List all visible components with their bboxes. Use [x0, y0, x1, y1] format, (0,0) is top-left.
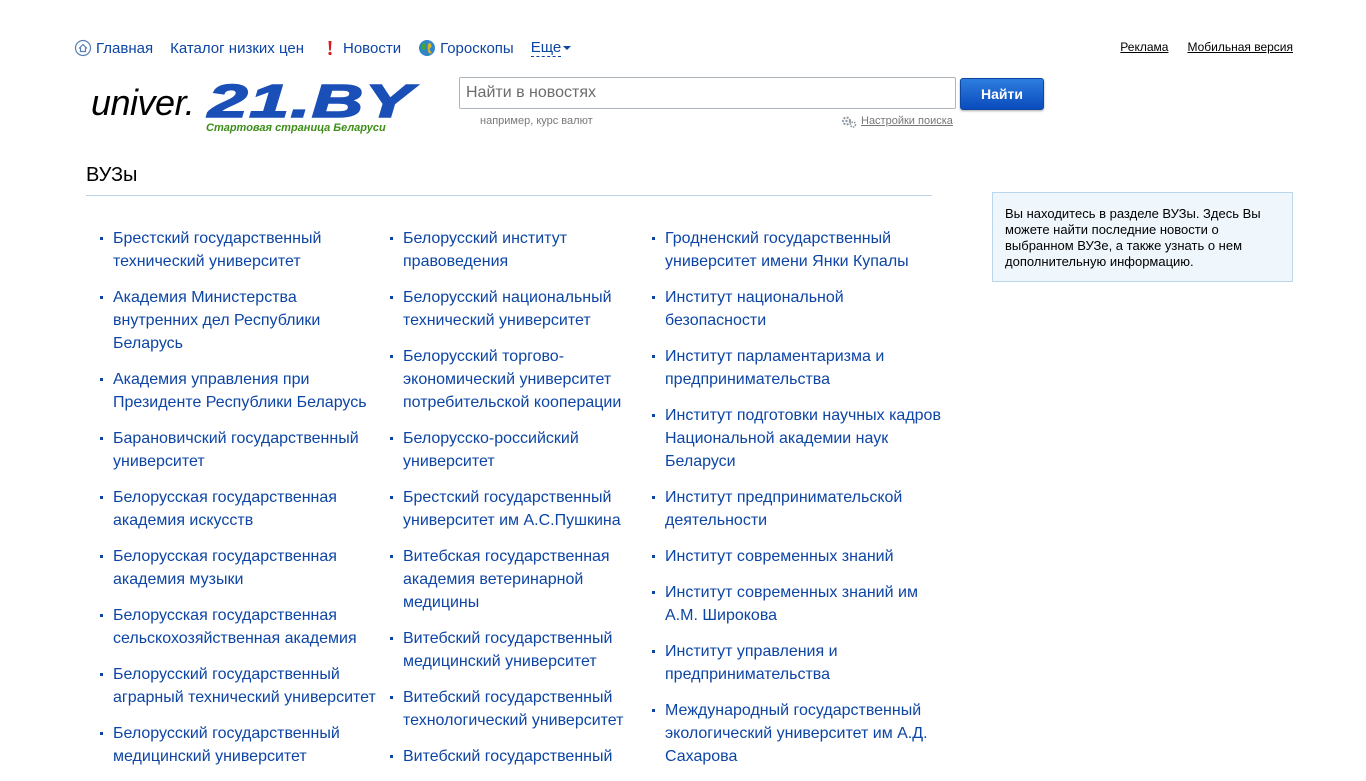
chevron-down-icon — [563, 46, 572, 50]
university-link[interactable]: Международный государственный экологичес… — [665, 702, 928, 765]
university-link[interactable]: Белорусский государственный медицинский … — [113, 725, 340, 765]
list-item[interactable]: Гродненский государственный университет … — [651, 227, 941, 273]
list-item[interactable]: Академия Министерства внутренних дел Рес… — [99, 286, 384, 355]
search-input[interactable] — [459, 77, 956, 109]
list-item[interactable]: Белорусско-российский университет — [389, 427, 634, 473]
search-settings-link[interactable]: Настройки поиска — [861, 115, 953, 127]
nav-horoscopes[interactable]: Гороскопы — [418, 39, 514, 57]
university-link[interactable]: Белорусская государственная академия иск… — [113, 489, 337, 529]
list-item[interactable]: Витебская государственная академия ветер… — [389, 545, 634, 614]
top-nav: Главная Каталог низких цен Новости Горос… — [74, 38, 588, 58]
university-link[interactable]: Академия Министерства внутренних дел Рес… — [113, 289, 320, 352]
university-link[interactable]: Академия управления при Президенте Респу… — [113, 371, 367, 411]
university-link[interactable]: Барановичский государственный университе… — [113, 430, 359, 470]
university-link[interactable]: Витебский государственный технологически… — [403, 689, 624, 729]
nav-home-label: Главная — [96, 39, 154, 57]
list-item[interactable]: Витебский государственный технологически… — [389, 686, 634, 732]
university-link[interactable]: Витебский государственный медицинский ун… — [403, 630, 612, 670]
list-item[interactable]: Белорусская государственная академия муз… — [99, 545, 384, 591]
nav-horoscopes-label: Гороскопы — [440, 39, 514, 57]
university-link[interactable]: Институт подготовки научных кадров Нацио… — [665, 407, 941, 470]
info-text: Вы находитесь в разделе ВУЗы. Здесь Вы м… — [1005, 206, 1261, 269]
university-link[interactable]: Витебский государственный — [403, 748, 612, 765]
university-link[interactable]: Брестский государственный технический ун… — [113, 230, 321, 270]
list-item[interactable]: Институт управления и предпринимательств… — [651, 640, 941, 686]
list-item[interactable]: Белорусский национальный технический уни… — [389, 286, 634, 332]
list-item[interactable]: Белорусский государственный медицинский … — [99, 722, 384, 768]
logo-prefix: univer. — [91, 82, 195, 123]
search-hint: например, курс валют — [480, 115, 593, 127]
list-item[interactable]: Витебский государственный — [389, 745, 634, 768]
site-logo[interactable]: univer. 21.BY Стартовая страница Беларус… — [91, 80, 421, 136]
university-list-col1: Брестский государственный технический ун… — [99, 227, 384, 781]
university-link[interactable]: Институт национальной безопасности — [665, 289, 844, 329]
search-settings: Настройки поиска — [841, 114, 953, 128]
gears-icon — [842, 116, 857, 128]
university-link[interactable]: Белорусский государственный аграрный тех… — [113, 666, 376, 706]
globe-icon — [419, 40, 436, 56]
nav-more-dropdown[interactable]: Еще — [530, 38, 572, 57]
university-link[interactable]: Гродненский государственный университет … — [665, 230, 909, 270]
list-item[interactable]: Белорусская государственная академия иск… — [99, 486, 384, 532]
list-item[interactable]: Белорусский институт правоведения — [389, 227, 634, 273]
university-list-col3: Гродненский государственный университет … — [651, 227, 941, 781]
university-link[interactable]: Институт управления и предпринимательств… — [665, 643, 838, 683]
university-link[interactable]: Белорусско-российский университет — [403, 430, 579, 470]
list-item[interactable]: Белорусский государственный аграрный тех… — [99, 663, 384, 709]
logo-brand-text: 21.BY — [206, 80, 419, 122]
university-link[interactable]: Белорусский институт правоведения — [403, 230, 567, 270]
list-item[interactable]: Академия управления при Президенте Респу… — [99, 368, 384, 414]
university-link[interactable]: Брестский государственный университет им… — [403, 489, 621, 529]
top-links: Реклама Мобильная версия — [1120, 40, 1293, 54]
list-item[interactable]: Институт современных знаний — [651, 545, 941, 568]
university-link[interactable]: Белорусский национальный технический уни… — [403, 289, 612, 329]
page-title: ВУЗы — [86, 164, 138, 186]
list-item[interactable]: Барановичский государственный университе… — [99, 427, 384, 473]
university-link[interactable]: Белорусская государственная академия муз… — [113, 548, 337, 588]
nav-catalog[interactable]: Каталог низких цен — [170, 40, 304, 57]
nav-catalog-label: Каталог низких цен — [170, 39, 304, 57]
nav-more-label: Еще — [530, 38, 562, 57]
list-item[interactable]: Брестский государственный университет им… — [389, 486, 634, 532]
university-link[interactable]: Белорусский торгово-экономический универ… — [403, 348, 621, 411]
ads-link[interactable]: Реклама — [1120, 40, 1168, 54]
exclamation-icon — [328, 41, 332, 56]
list-item[interactable]: Институт национальной безопасности — [651, 286, 941, 332]
list-item[interactable]: Витебский государственный медицинский ун… — [389, 627, 634, 673]
nav-home[interactable]: Главная — [74, 39, 153, 57]
university-link[interactable]: Витебская государственная академия ветер… — [403, 548, 610, 611]
list-item[interactable]: Международный государственный экологичес… — [651, 699, 941, 768]
list-item[interactable]: Брестский государственный технический ун… — [99, 227, 384, 273]
university-link[interactable]: Белорусская государственная сельскохозяй… — [113, 607, 357, 647]
university-link[interactable]: Институт современных знаний — [665, 548, 894, 565]
nav-news[interactable]: Новости — [321, 39, 401, 57]
nav-news-label: Новости — [343, 39, 402, 57]
university-link[interactable]: Институт предпринимательской деятельност… — [665, 489, 902, 529]
university-link[interactable]: Институт современных знаний им А.М. Широ… — [665, 584, 918, 624]
list-item[interactable]: Белорусская государственная сельскохозяй… — [99, 604, 384, 650]
section-divider — [86, 195, 932, 196]
list-item[interactable]: Институт подготовки научных кадров Нацио… — [651, 404, 941, 473]
list-item[interactable]: Институт современных знаний им А.М. Широ… — [651, 581, 941, 627]
list-item[interactable]: Институт парламентаризма и предпринимате… — [651, 345, 941, 391]
section-info-box: Вы находитесь в разделе ВУЗы. Здесь Вы м… — [992, 192, 1293, 282]
list-item[interactable]: Институт предпринимательской деятельност… — [651, 486, 941, 532]
search-button[interactable]: Найти — [960, 78, 1044, 110]
university-list-col2: Белорусский институт правоведения Белору… — [389, 227, 634, 781]
mobile-version-link[interactable]: Мобильная версия — [1187, 40, 1293, 54]
list-item[interactable]: Белорусский торгово-экономический универ… — [389, 345, 634, 414]
university-link[interactable]: Институт парламентаризма и предпринимате… — [665, 348, 884, 388]
home-icon — [74, 39, 92, 57]
logo-brand-mark: 21.BY — [206, 80, 419, 122]
logo-tagline: Стартовая страница Беларуси — [206, 122, 386, 134]
